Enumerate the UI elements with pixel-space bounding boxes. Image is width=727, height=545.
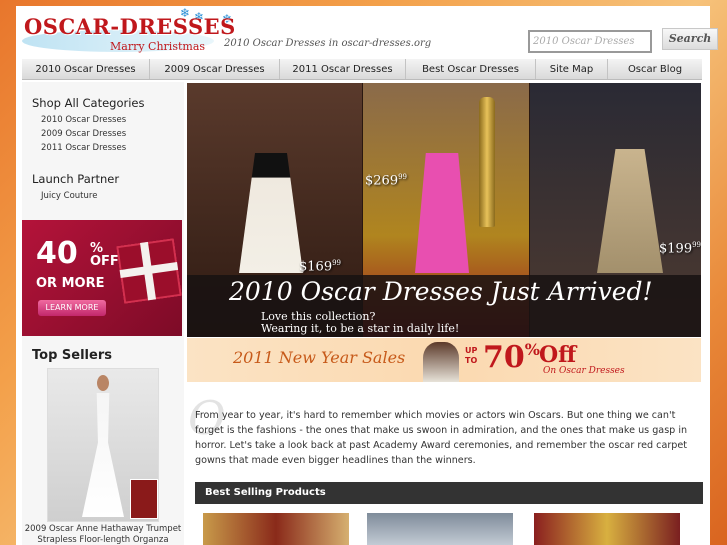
promo-off-label: OFF [90, 254, 119, 269]
top-seller-caption[interactable]: 2009 Oscar Anne Hathaway Trumpet Straple… [22, 524, 184, 545]
price-label: $16999 [299, 259, 342, 275]
promo-percent: 40 [36, 236, 78, 271]
nav-item-2010-oscar-dresses[interactable]: 2010 Oscar Dresses [22, 59, 150, 79]
product-thumbnail[interactable] [367, 513, 513, 545]
learn-more-button[interactable]: LEARN MORE [38, 300, 106, 316]
top-seller-image[interactable] [47, 368, 159, 522]
logo-subtitle: Marry Christmas [110, 40, 206, 53]
price-label: $26999 [365, 173, 408, 189]
category-link[interactable]: 2009 Oscar Dresses [41, 129, 126, 139]
partner-link[interactable]: Juicy Couture [41, 191, 97, 201]
sale-model-image [423, 342, 459, 382]
model-head [97, 375, 109, 391]
intro-paragraph: From year to year, it's hard to remember… [195, 410, 688, 466]
search-input[interactable]: 2010 Oscar Dresses [528, 30, 652, 53]
page: ❄ ❄ ❄ OSCAR-DRESSES Marry Christmas 2010… [16, 6, 718, 545]
sale-title: 2011 New Year Sales [233, 348, 406, 367]
sale-percent: 70% [483, 340, 540, 375]
nav-item-2011-oscar-dresses[interactable]: 2011 Oscar Dresses [280, 59, 406, 79]
nav-item-site-map[interactable]: Site Map [536, 59, 608, 79]
hero-subtext-line: Wearing it, to be a star in daily life! [261, 322, 460, 335]
product-thumbnail[interactable] [534, 513, 680, 545]
top-seller-thumbnail[interactable] [130, 479, 158, 519]
nav-item-2009-oscar-dresses[interactable]: 2009 Oscar Dresses [150, 59, 280, 79]
promo-off: % OFF [90, 242, 119, 268]
site-tagline: 2010 Oscar Dresses in oscar-dresses.org [224, 38, 432, 49]
gift-box-icon [116, 238, 182, 304]
promo-banner[interactable]: 40 % OFF OR MORE LEARN MORE [22, 220, 182, 336]
product-thumbnail[interactable] [203, 513, 349, 545]
best-selling-heading: Best Selling Products [195, 482, 703, 504]
category-link[interactable]: 2010 Oscar Dresses [41, 115, 126, 125]
nav-item-oscar-blog[interactable]: Oscar Blog [608, 59, 702, 79]
top-sellers-heading: Top Sellers [32, 348, 112, 363]
nav-item-best-oscar-dresses[interactable]: Best Oscar Dresses [406, 59, 536, 79]
oscar-statue [479, 97, 495, 227]
partner-heading: Launch Partner [32, 172, 120, 186]
search-button[interactable]: Search [662, 28, 718, 50]
sale-banner[interactable]: 2011 New Year Sales UP TO 70% Off On Osca… [187, 338, 701, 382]
hero-banner[interactable]: $16999 $26999 $19999 2010 Oscar Dresses … [187, 83, 701, 337]
sale-on-oscar-dresses: On Oscar Dresses [543, 366, 625, 376]
promo-or-more: OR MORE [36, 276, 105, 291]
categories-heading: Shop All Categories [32, 96, 145, 110]
site-logo[interactable]: ❄ ❄ ❄ OSCAR-DRESSES Marry Christmas [22, 6, 235, 56]
hero-headline: 2010 Oscar Dresses Just Arrived! [229, 277, 653, 306]
price-label: $19999 [659, 241, 701, 257]
logo-brand: OSCAR-DRESSES [24, 14, 236, 39]
sale-off: Off [539, 342, 577, 368]
main-nav: 2010 Oscar Dresses 2009 Oscar Dresses 20… [22, 59, 702, 80]
sale-up-to: UP TO [465, 346, 478, 365]
dress-image [82, 393, 124, 517]
sidebar: Shop All Categories 2010 Oscar Dresses 2… [22, 82, 184, 545]
hero-subtext: Love this collection? Wearing it, to be … [261, 311, 459, 335]
category-link[interactable]: 2011 Oscar Dresses [41, 143, 126, 153]
